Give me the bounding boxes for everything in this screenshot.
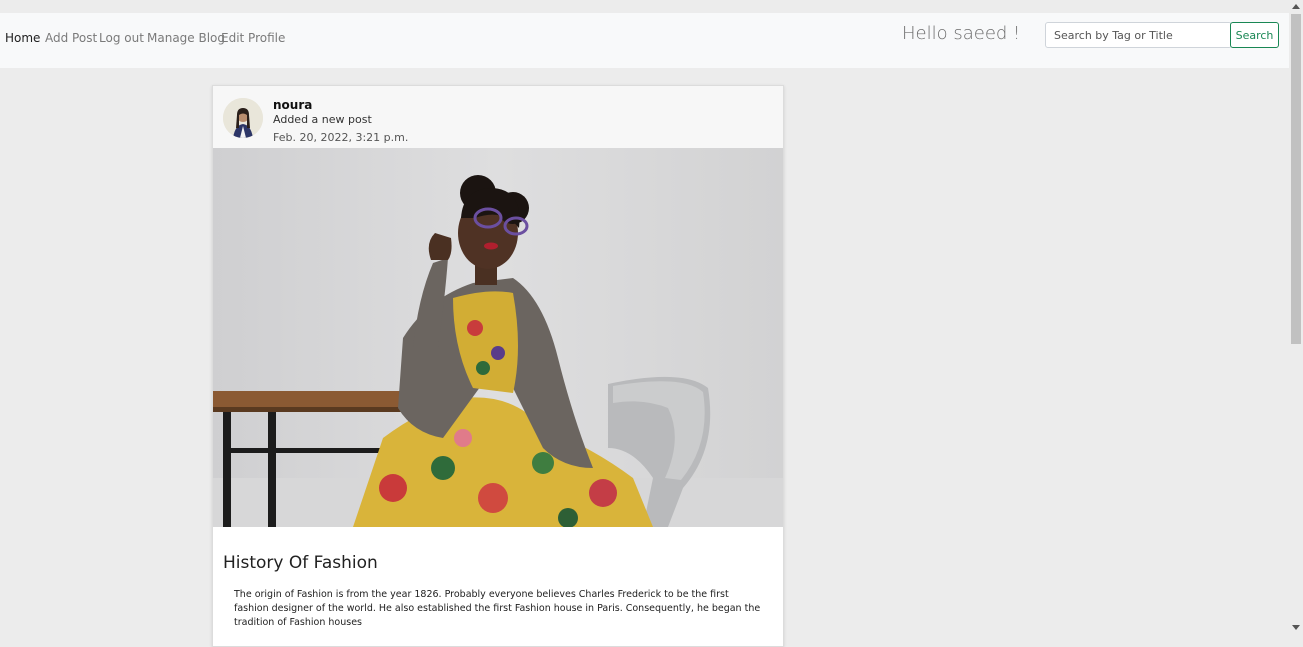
nav-link-log-out[interactable]: Log out (99, 31, 144, 45)
avatar-person-icon (223, 98, 263, 138)
vertical-scrollbar[interactable] (1289, 0, 1303, 636)
search-input[interactable] (1045, 22, 1232, 48)
post-card: noura Added a new post Feb. 20, 2022, 3:… (212, 85, 784, 647)
scroll-down-arrow-icon[interactable] (1292, 625, 1300, 630)
post-body: The origin of Fashion is from the year 1… (234, 589, 761, 628)
scroll-up-arrow-icon[interactable] (1292, 4, 1300, 9)
post-title[interactable]: History Of Fashion (223, 553, 378, 573)
post-card-header: noura Added a new post Feb. 20, 2022, 3:… (213, 86, 783, 149)
post-image[interactable] (213, 148, 783, 527)
nav-link-add-post[interactable]: Add Post (45, 31, 97, 45)
post-author[interactable]: noura (273, 98, 312, 112)
search-button[interactable]: Search (1230, 22, 1279, 48)
greeting-text: Hello saeed ! (902, 23, 1021, 44)
nav-link-manage-blog[interactable]: Manage Blog (147, 31, 225, 45)
nav-link-home[interactable]: Home (5, 31, 40, 45)
top-gap (0, 0, 1289, 13)
post-action-text: Added a new post (273, 113, 372, 126)
navbar: Home Add Post Log out Manage Blog Edit P… (0, 13, 1289, 68)
fashion-photo-image (213, 148, 783, 527)
author-avatar[interactable] (223, 98, 263, 138)
nav-link-edit-profile[interactable]: Edit Profile (221, 31, 285, 45)
scrollbar-thumb[interactable] (1291, 14, 1301, 344)
post-date: Feb. 20, 2022, 3:21 p.m. (273, 131, 409, 144)
